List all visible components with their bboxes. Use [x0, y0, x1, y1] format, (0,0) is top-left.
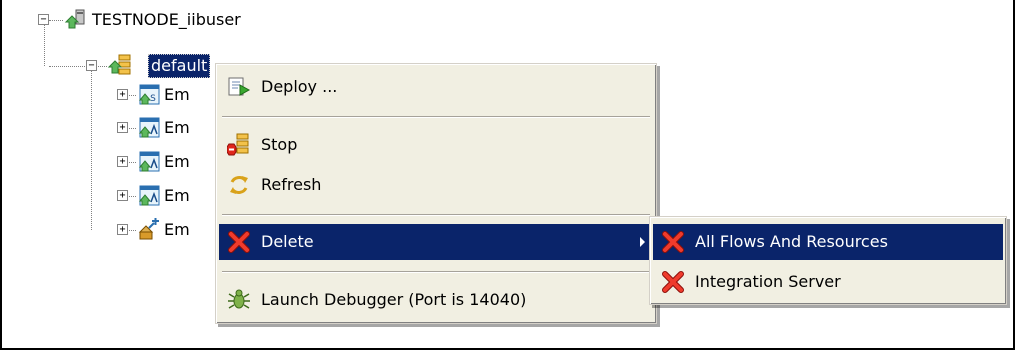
deploy-icon: [228, 77, 251, 96]
menu-item-delete[interactable]: Delete: [219, 224, 653, 260]
menu-item-label: Launch Debugger (Port is 14040): [261, 290, 527, 309]
service-icon: [138, 218, 159, 240]
tree-node-label[interactable]: Em: [164, 151, 190, 173]
menu-separator: [222, 116, 650, 118]
menu-item-refresh[interactable]: Refresh: [219, 167, 653, 203]
shared-library-icon: S: [138, 84, 160, 105]
delete-icon: [662, 231, 684, 253]
expand-toggle[interactable]: +: [117, 190, 128, 201]
refresh-icon: [230, 176, 248, 194]
application-icon: [138, 185, 160, 206]
tree-node-label[interactable]: Em: [164, 117, 190, 139]
tree-line: [49, 66, 107, 67]
menu-item-label: All Flows And Resources: [695, 232, 888, 251]
submenu-item-all-flows[interactable]: All Flows And Resources: [653, 224, 1003, 260]
integration-node-icon: [64, 9, 85, 29]
tree-line: [91, 66, 92, 230]
menu-item-label: Stop: [261, 135, 298, 154]
expand-toggle[interactable]: +: [117, 89, 128, 100]
collapse-toggle[interactable]: −: [86, 60, 97, 71]
delete-submenu: All Flows And Resources Integration Serv…: [649, 216, 1007, 305]
menu-separator: [222, 214, 650, 216]
submenu-arrow-icon: [640, 237, 645, 247]
menu-item-label: Refresh: [261, 175, 322, 194]
context-menu: Deploy ... Stop Refresh Delete Launch De…: [215, 63, 657, 324]
menu-item-deploy[interactable]: Deploy ...: [219, 69, 653, 105]
submenu-item-integration-server[interactable]: Integration Server: [653, 264, 1003, 300]
tree-node-label[interactable]: TESTNODE_iibuser: [92, 9, 241, 31]
expand-toggle[interactable]: +: [117, 122, 128, 133]
delete-icon: [662, 271, 684, 293]
delete-icon: [228, 231, 250, 253]
application-icon: [138, 117, 160, 138]
menu-item-launch-debugger[interactable]: Launch Debugger (Port is 14040): [219, 282, 653, 318]
menu-item-label: Delete: [261, 232, 314, 251]
collapse-toggle[interactable]: −: [38, 14, 49, 25]
menu-item-label: Deploy ...: [261, 77, 338, 96]
expand-toggle[interactable]: +: [117, 224, 128, 235]
tree-line: [49, 20, 63, 21]
tree-node-label[interactable]: Em: [164, 84, 190, 106]
tree-node-label[interactable]: Em: [164, 219, 190, 241]
menu-separator: [222, 271, 650, 273]
integration-server-icon: [108, 54, 131, 75]
menu-item-label: Integration Server: [695, 272, 841, 291]
svg-text:S: S: [150, 94, 156, 104]
expand-toggle[interactable]: +: [117, 156, 128, 167]
debugger-icon: [228, 289, 250, 309]
application-icon: [138, 151, 160, 172]
stop-icon: [227, 133, 249, 156]
tree-node-label-selected[interactable]: default: [148, 54, 211, 78]
tree-line: [44, 20, 45, 66]
menu-item-stop[interactable]: Stop: [219, 127, 653, 163]
tree-node-label[interactable]: Em: [164, 185, 190, 207]
